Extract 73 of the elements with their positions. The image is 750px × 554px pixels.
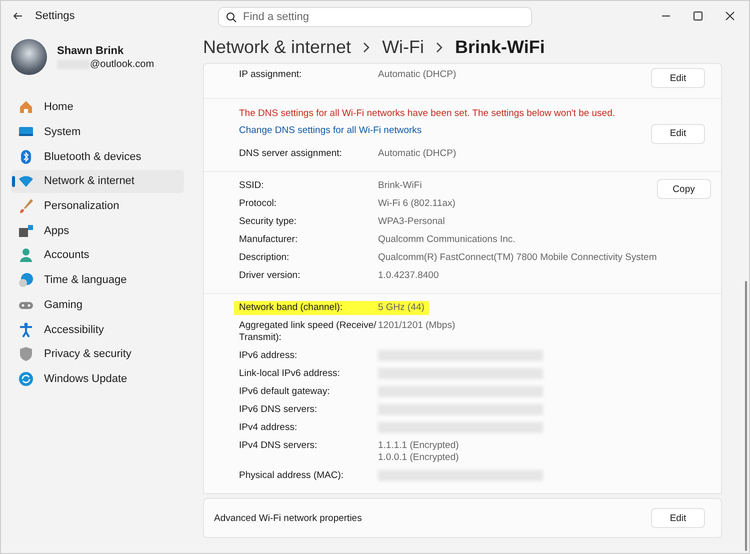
sidebar-item[interactable]: Home xyxy=(11,96,184,119)
bluetooth-icon xyxy=(18,148,34,165)
property-label: Manufacturer: xyxy=(239,234,299,246)
property-value: Qualcomm(R) FastConnect(TM) 7800 Mobile Connectivity System xyxy=(378,252,657,264)
warning-text: The DNS settings for all Wi-Fi networks have been set. The settings below won't be used. xyxy=(239,108,616,119)
sidebar-item[interactable]: Windows Update xyxy=(11,368,184,390)
section-button[interactable]: Edit xyxy=(651,68,705,88)
property-label: IPv6 DNS servers: xyxy=(239,404,318,416)
refresh-icon xyxy=(18,370,34,387)
selection-indicator xyxy=(12,176,15,188)
chevron-right-icon xyxy=(363,42,370,52)
search-field[interactable]: Find a setting xyxy=(218,7,532,27)
sidebar-item[interactable]: Gaming xyxy=(11,294,184,316)
section-button[interactable]: Copy xyxy=(656,179,711,199)
property-value: Automatic (DHCP) xyxy=(378,148,456,160)
property-label: Protocol: xyxy=(239,198,278,210)
sidebar-item[interactable]: Bluetooth & devices xyxy=(11,145,184,168)
maximize-icon[interactable] xyxy=(693,11,703,21)
property-value: Automatic (DHCP) xyxy=(378,69,456,81)
property-value: 1.0.4237.8400 xyxy=(378,270,439,282)
property-label: IPv4 address: xyxy=(239,422,298,434)
user-email: @outlook.com xyxy=(90,58,154,70)
edit-button[interactable]: Edit xyxy=(651,508,705,528)
breadcrumb-item: Brink-WiFi xyxy=(455,36,545,58)
section-button[interactable]: Edit xyxy=(651,124,705,144)
property-label: Driver version: xyxy=(239,270,302,282)
breadcrumb-item[interactable]: Network & internet xyxy=(203,36,352,58)
property-label: Link-local IPv6 address: xyxy=(239,368,341,380)
scrollbar-thumb[interactable] xyxy=(745,281,747,551)
property-label: IPv6 default gateway: xyxy=(239,386,331,398)
sidebar-item[interactable]: Apps xyxy=(11,219,184,242)
property-value: Wi-Fi 6 (802.11ax) xyxy=(378,198,456,210)
sidebar-item[interactable]: Time & language xyxy=(11,268,184,292)
sidebar-item[interactable]: Privacy & security xyxy=(11,342,184,366)
user-name: Shawn Brink xyxy=(57,44,125,56)
brush-icon xyxy=(18,198,34,214)
sidebar-item[interactable]: System xyxy=(11,120,184,144)
accessibility-icon xyxy=(18,322,34,338)
property-value: 1201/1201 (Mbps) xyxy=(378,320,456,332)
property-label: IPv4 DNS servers: xyxy=(239,440,318,452)
property-value: 1.0.0.1 (Encrypted) xyxy=(378,452,459,464)
property-label: Aggregated link speed (Receive/ Transmit): xyxy=(239,320,378,344)
wifi-icon xyxy=(18,173,34,190)
property-label: Network band (channel): xyxy=(239,302,344,314)
property-label: DNS server assignment: xyxy=(239,148,343,160)
property-label: IP assignment: xyxy=(239,69,303,81)
property-value: Qualcomm Communications Inc. xyxy=(378,234,516,246)
property-label: IPv6 address: xyxy=(239,350,298,362)
shield-icon xyxy=(18,346,34,362)
breadcrumb-item[interactable]: Wi-Fi xyxy=(382,36,424,58)
back-arrow-icon[interactable] xyxy=(13,12,23,20)
sidebar-item[interactable]: Network & internet xyxy=(11,170,184,193)
window-title: Settings xyxy=(35,10,75,22)
home-icon xyxy=(18,99,34,116)
property-label: Description: xyxy=(239,252,290,264)
property-value: WPA3-Personal xyxy=(378,216,445,228)
sidebar-item[interactable]: Accessibility xyxy=(11,318,184,341)
avatar xyxy=(11,39,47,75)
apps-icon xyxy=(18,222,34,239)
search-icon xyxy=(226,12,237,23)
property-value: 1.1.1.1 (Encrypted) xyxy=(378,440,459,452)
property-value: 5 GHz (44) xyxy=(378,302,424,314)
property-label: Physical address (MAC): xyxy=(239,470,345,482)
property-value: Brink-WiFi xyxy=(378,180,422,192)
property-label: SSID: xyxy=(239,180,265,192)
property-label: Security type: xyxy=(239,216,298,228)
close-icon[interactable] xyxy=(725,11,735,21)
sidebar-item[interactable]: Accounts xyxy=(11,244,184,267)
sidebar-item[interactable]: Personalization xyxy=(11,194,184,218)
advanced-properties-label: Advanced Wi-Fi network properties xyxy=(214,512,362,524)
person-icon xyxy=(18,247,34,264)
change-dns-link[interactable]: Change DNS settings for all Wi-Fi networks xyxy=(239,125,616,136)
chevron-right-icon xyxy=(436,42,444,52)
